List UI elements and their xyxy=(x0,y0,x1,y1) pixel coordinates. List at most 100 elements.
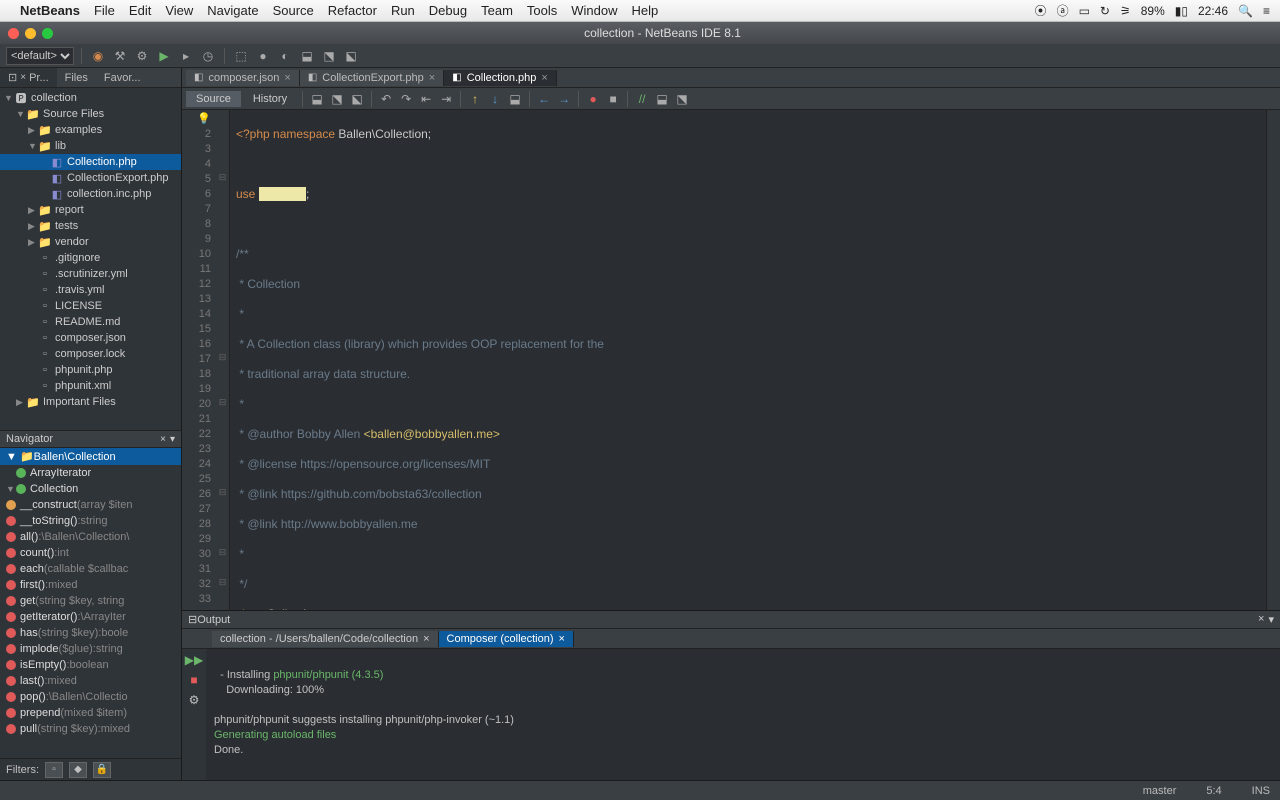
clean-build-icon[interactable]: ⚙ xyxy=(133,47,151,65)
tree-root[interactable]: ▼🅿collection xyxy=(0,90,181,106)
nav-pop[interactable]: pop():\Ballen\Collectio xyxy=(0,689,181,705)
close-icon[interactable]: × xyxy=(559,633,565,645)
tree-file-phpunit-xml[interactable]: ▫phpunit.xml xyxy=(0,378,181,394)
tree-file-readme[interactable]: ▫README.md xyxy=(0,314,181,330)
browser-preview-icon[interactable]: ◉ xyxy=(89,47,107,65)
menubar-clock[interactable]: 22:46 xyxy=(1198,4,1228,18)
code-editor[interactable]: 💡234567891011121314151617181920212223242… xyxy=(182,110,1280,610)
tree-file-phpunit-php[interactable]: ▫phpunit.php xyxy=(0,362,181,378)
menu-view[interactable]: View xyxy=(165,3,193,18)
tree-file-composer-json[interactable]: ▫composer.json xyxy=(0,330,181,346)
minimize-window-button[interactable] xyxy=(25,28,36,39)
fold-column[interactable]: ⊟⊟⊟⊟⊟⊟ xyxy=(216,110,230,610)
close-window-button[interactable] xyxy=(8,28,19,39)
source-mode-button[interactable]: Source xyxy=(186,91,241,107)
toolbar-btn-3[interactable]: ◐ xyxy=(276,47,294,65)
build-icon[interactable]: ⚒ xyxy=(111,47,129,65)
toolbar-btn-5[interactable]: ⬔ xyxy=(320,47,338,65)
nav-arrayiterator[interactable]: ArrayIterator xyxy=(0,465,181,481)
project-tree[interactable]: ▼🅿collection ▼📁Source Files ▶📁examples ▼… xyxy=(0,88,181,430)
menu-help[interactable]: Help xyxy=(632,3,659,18)
output-close-icon[interactable]: × xyxy=(1258,613,1264,626)
nav-count[interactable]: count():int xyxy=(0,545,181,561)
editor-tool-stop[interactable]: ■ xyxy=(604,90,622,108)
close-icon[interactable]: × xyxy=(284,72,290,84)
tree-file-collectionexport-php[interactable]: ◧CollectionExport.php xyxy=(0,170,181,186)
nav-construct[interactable]: __construct(array $iten xyxy=(0,497,181,513)
editor-tool-3[interactable]: ⬕ xyxy=(348,90,366,108)
tree-file-scrutinizer[interactable]: ▫.scrutinizer.yml xyxy=(0,266,181,282)
menubar-timemachine-icon[interactable]: ↻ xyxy=(1100,4,1110,18)
editor-tool-5[interactable]: ↷ xyxy=(397,90,415,108)
nav-isempty[interactable]: isEmpty():boolean xyxy=(0,657,181,673)
sidebar-tab-favorites[interactable]: Favor... xyxy=(96,68,149,87)
sidebar-tab-files[interactable]: Files xyxy=(57,68,96,87)
menubar-spotlight-icon[interactable]: 🔍 xyxy=(1238,4,1253,18)
menubar-battery-icon[interactable]: ▮▯ xyxy=(1175,4,1188,18)
nav-tostring[interactable]: __toString():string xyxy=(0,513,181,529)
output-tab-composer[interactable]: Composer (collection)× xyxy=(439,631,574,647)
nav-first[interactable]: first():mixed xyxy=(0,577,181,593)
editor-tool-prev[interactable]: ← xyxy=(535,90,553,108)
nav-get[interactable]: get(string $key, string xyxy=(0,593,181,609)
tree-source-files[interactable]: ▼📁Source Files xyxy=(0,106,181,122)
tree-folder-examples[interactable]: ▶📁examples xyxy=(0,122,181,138)
menu-navigate[interactable]: Navigate xyxy=(207,3,258,18)
filter-inherited-button[interactable]: 🔒 xyxy=(93,762,111,778)
output-tab-collection[interactable]: collection - /Users/ballen/Code/collecti… xyxy=(212,631,439,647)
debug-icon[interactable]: ▸ xyxy=(177,47,195,65)
menu-source[interactable]: Source xyxy=(273,3,314,18)
status-branch[interactable]: master xyxy=(1143,785,1177,797)
editor-tool-up[interactable]: ↑ xyxy=(466,90,484,108)
filter-fields-button[interactable]: ▫ xyxy=(45,762,63,778)
nav-has[interactable]: has(string $key):boole xyxy=(0,625,181,641)
menu-file[interactable]: File xyxy=(94,3,115,18)
tree-folder-lib[interactable]: ▼📁lib xyxy=(0,138,181,154)
nav-all[interactable]: all():\Ballen\Collection\ xyxy=(0,529,181,545)
output-settings-icon[interactable]: ⚙ xyxy=(189,693,200,707)
tree-file-license[interactable]: ▫LICENSE xyxy=(0,298,181,314)
editor-tool-record[interactable]: ● xyxy=(584,90,602,108)
sidebar-tab-projects[interactable]: ⊡×Pr... xyxy=(0,68,57,87)
menubar-avast-icon[interactable]: ⓐ xyxy=(1057,2,1069,19)
editor-tool-7[interactable]: ⇥ xyxy=(437,90,455,108)
nav-implode[interactable]: implode($glue):string xyxy=(0,641,181,657)
tree-folder-vendor[interactable]: ▶📁vendor xyxy=(0,234,181,250)
close-icon[interactable]: × xyxy=(429,72,435,84)
menu-window[interactable]: Window xyxy=(571,3,617,18)
config-dropdown[interactable]: <default> xyxy=(6,47,74,65)
output-text[interactable]: - Installing phpunit/phpunit (4.3.5) Dow… xyxy=(206,649,1280,780)
tree-file-gitignore[interactable]: ▫.gitignore xyxy=(0,250,181,266)
toolbar-btn-1[interactable]: ⬚ xyxy=(232,47,250,65)
menubar-extras-icon[interactable]: ⦿ xyxy=(1035,2,1047,19)
nav-getiterator[interactable]: getIterator():\ArrayIter xyxy=(0,609,181,625)
menu-tools[interactable]: Tools xyxy=(527,3,557,18)
dropdown-icon[interactable]: ▾ xyxy=(170,434,175,445)
run-icon[interactable]: ▶ xyxy=(155,47,173,65)
tree-folder-report[interactable]: ▶📁report xyxy=(0,202,181,218)
toolbar-btn-6[interactable]: ⬕ xyxy=(342,47,360,65)
nav-collection[interactable]: ▼Collection xyxy=(0,481,181,497)
nav-last[interactable]: last():mixed xyxy=(0,673,181,689)
navigator-breadcrumb[interactable]: ▼ 📁 Ballen\Collection xyxy=(0,448,181,465)
minimize-icon[interactable]: × xyxy=(160,434,166,445)
menubar-wifi-icon[interactable]: ⚞ xyxy=(1120,4,1131,18)
output-menu-icon[interactable]: ▾ xyxy=(1268,613,1274,626)
error-stripe[interactable] xyxy=(1266,110,1280,610)
status-mode[interactable]: INS xyxy=(1252,785,1270,797)
output-rerun-icon[interactable]: ▶▶ xyxy=(185,653,203,667)
editor-tool-next[interactable]: → xyxy=(555,90,573,108)
navigator-body[interactable]: ▼ 📁 Ballen\Collection ArrayIterator ▼Col… xyxy=(0,448,181,758)
toolbar-btn-2[interactable]: ● xyxy=(254,47,272,65)
output-stop-icon[interactable]: ■ xyxy=(190,673,197,687)
zoom-window-button[interactable] xyxy=(42,28,53,39)
menu-refactor[interactable]: Refactor xyxy=(328,3,377,18)
editor-tool-1[interactable]: ⬓ xyxy=(308,90,326,108)
tab-composer-json[interactable]: ◧composer.json× xyxy=(186,70,300,86)
tab-collectionexport-php[interactable]: ◧CollectionExport.php× xyxy=(300,70,444,86)
tree-important-files[interactable]: ▶📁Important Files xyxy=(0,394,181,410)
menubar-display-icon[interactable]: ▭ xyxy=(1079,4,1090,18)
close-icon[interactable]: × xyxy=(541,72,547,84)
tree-file-collection-inc-php[interactable]: ◧collection.inc.php xyxy=(0,186,181,202)
filter-static-button[interactable]: ◆ xyxy=(69,762,87,778)
